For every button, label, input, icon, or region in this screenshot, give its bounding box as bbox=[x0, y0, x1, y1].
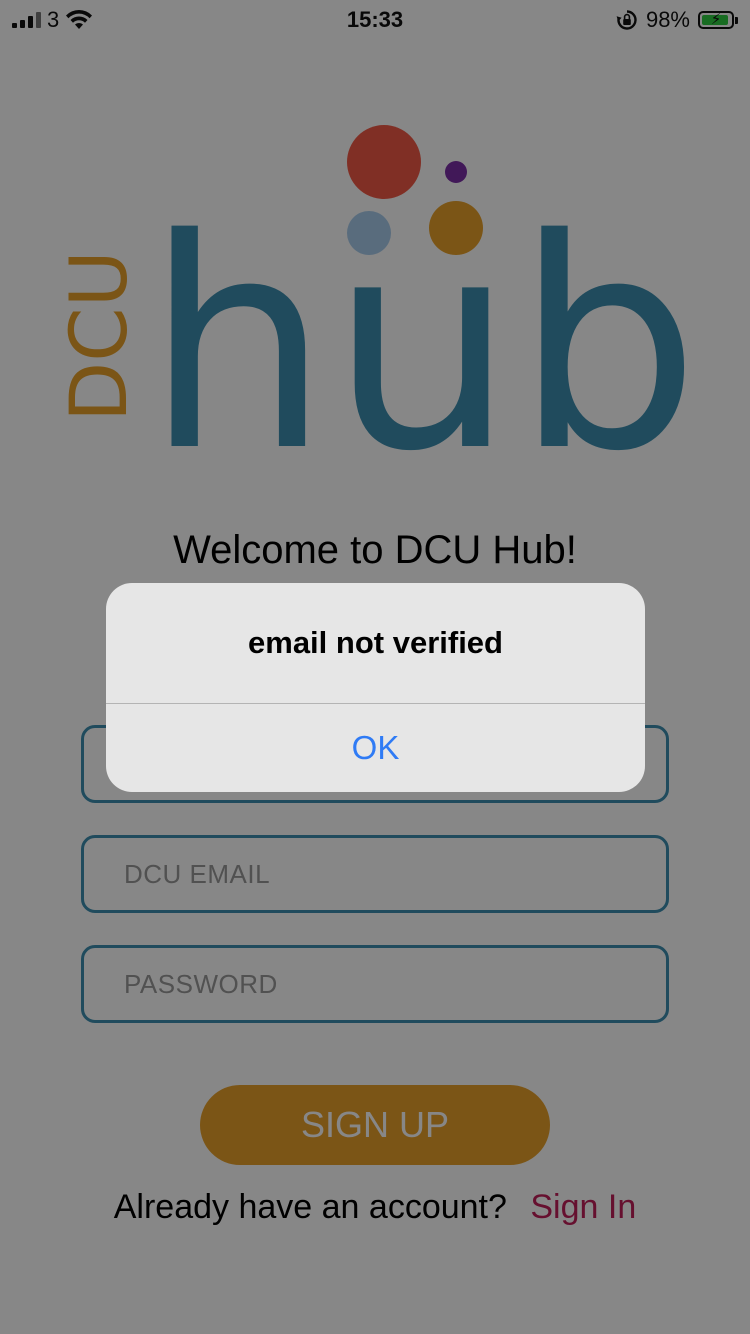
alert-title: email not verified bbox=[248, 625, 503, 660]
alert-dialog: email not verified OK bbox=[106, 583, 645, 792]
alert-ok-button[interactable]: OK bbox=[106, 704, 645, 792]
